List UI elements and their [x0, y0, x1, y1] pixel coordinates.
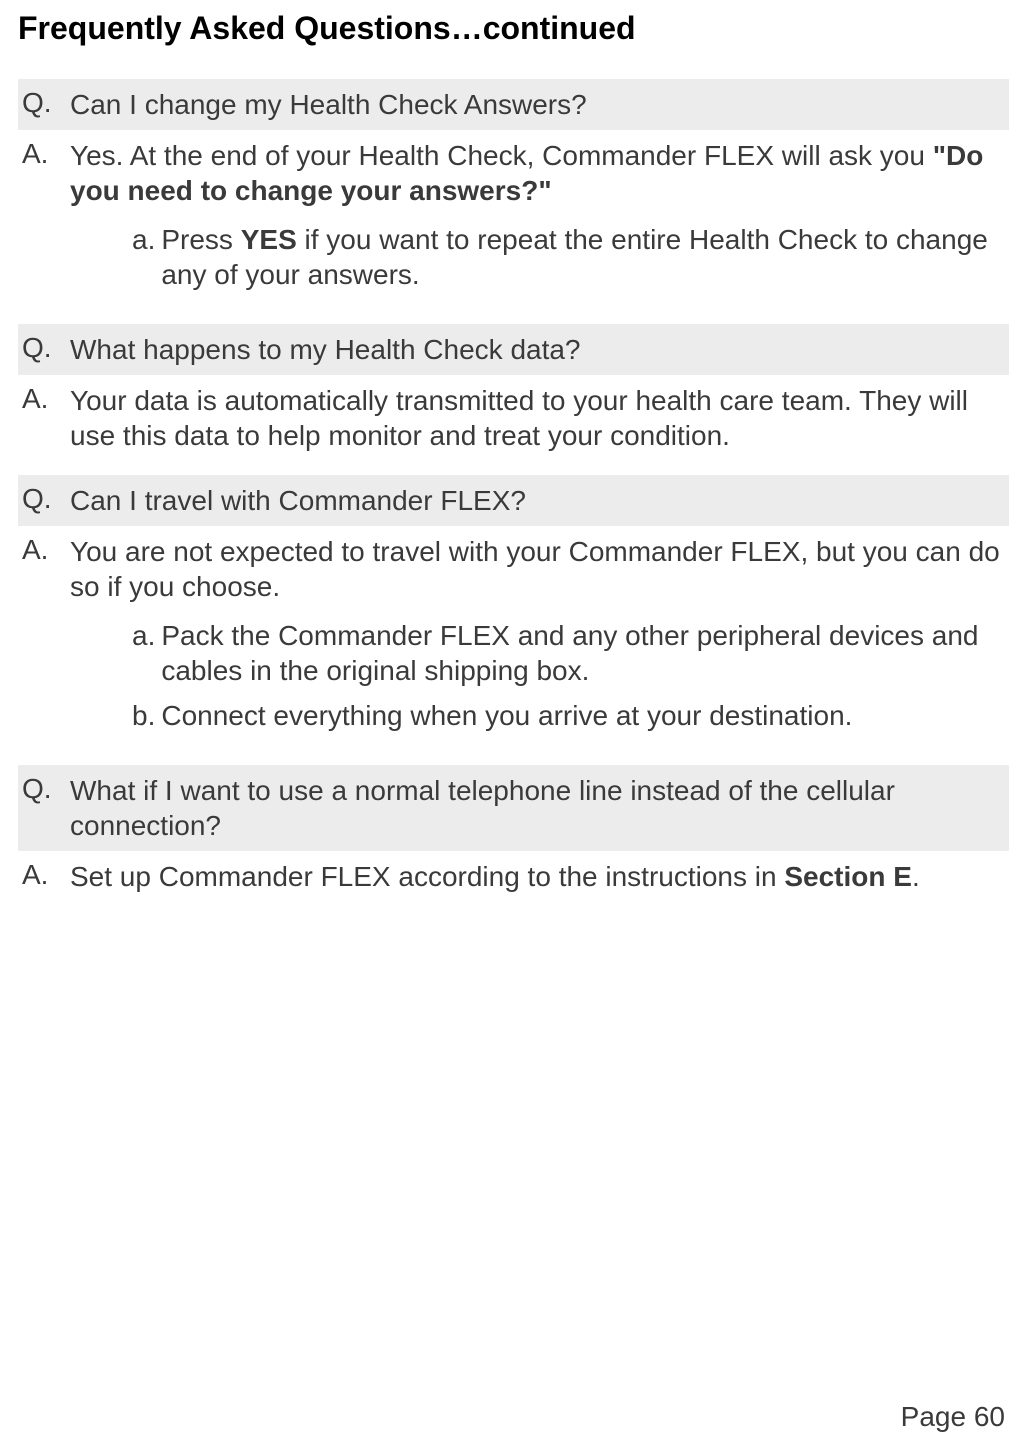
answer-label: A. — [18, 138, 70, 302]
question-row: Q. Can I travel with Commander FLEX? — [18, 475, 1009, 526]
question-row: Q. What if I want to use a normal teleph… — [18, 765, 1009, 851]
answer-text: You are not expected to travel with your… — [70, 534, 1009, 743]
answer-pre: Yes. At the end of your Health Check, Co… — [70, 140, 933, 171]
faq-item: Q. Can I change my Health Check Answers?… — [18, 79, 1009, 310]
faq-item: Q. Can I travel with Commander FLEX? A. … — [18, 475, 1009, 751]
sub-pre: Pack the Commander FLEX and any other pe… — [161, 620, 978, 686]
sub-item: a. Press YES if you want to repeat the e… — [132, 222, 1001, 292]
answer-row: A. Your data is automatically transmitte… — [18, 375, 1009, 461]
answer-post: . — [912, 861, 920, 892]
answer-pre: You are not expected to travel with your… — [70, 536, 1000, 602]
sub-item-label: b. — [132, 698, 161, 733]
sub-item-text: Pack the Commander FLEX and any other pe… — [161, 618, 1001, 688]
question-label: Q. — [18, 773, 70, 843]
sub-item-text: Connect everything when you arrive at yo… — [161, 698, 1001, 733]
question-label: Q. — [18, 483, 70, 518]
question-text: Can I change my Health Check Answers? — [70, 87, 1009, 122]
sub-item: b. Connect everything when you arrive at… — [132, 698, 1001, 733]
question-text: What happens to my Health Check data? — [70, 332, 1009, 367]
page-number: Page 60 — [901, 1401, 1005, 1433]
sub-bold: YES — [241, 224, 297, 255]
question-label: Q. — [18, 87, 70, 122]
sub-item: a. Pack the Commander FLEX and any other… — [132, 618, 1001, 688]
answer-text: Yes. At the end of your Health Check, Co… — [70, 138, 1009, 302]
answer-row: A. You are not expected to travel with y… — [18, 526, 1009, 751]
answer-label: A. — [18, 383, 70, 453]
faq-item: Q. What happens to my Health Check data?… — [18, 324, 1009, 461]
answer-bold: Section E — [784, 861, 912, 892]
answer-text: Your data is automatically transmitted t… — [70, 383, 1009, 453]
sub-list: a. Press YES if you want to repeat the e… — [70, 222, 1001, 292]
question-label: Q. — [18, 332, 70, 367]
page-title: Frequently Asked Questions…continued — [18, 10, 1009, 47]
sub-pre: Connect everything when you arrive at yo… — [161, 700, 852, 731]
sub-item-label: a. — [132, 222, 161, 292]
answer-pre: Set up Commander FLEX according to the i… — [70, 861, 784, 892]
answer-label: A. — [18, 859, 70, 894]
sub-pre: Press — [161, 224, 240, 255]
question-row: Q. Can I change my Health Check Answers? — [18, 79, 1009, 130]
sub-list: a. Pack the Commander FLEX and any other… — [70, 618, 1001, 733]
answer-pre: Your data is automatically transmitted t… — [70, 385, 968, 451]
answer-row: A. Set up Commander FLEX according to th… — [18, 851, 1009, 902]
question-text: What if I want to use a normal telephone… — [70, 773, 1009, 843]
answer-text: Set up Commander FLEX according to the i… — [70, 859, 1009, 894]
sub-item-text: Press YES if you want to repeat the enti… — [161, 222, 1001, 292]
answer-row: A. Yes. At the end of your Health Check,… — [18, 130, 1009, 310]
answer-label: A. — [18, 534, 70, 743]
faq-item: Q. What if I want to use a normal teleph… — [18, 765, 1009, 902]
sub-item-label: a. — [132, 618, 161, 688]
question-text: Can I travel with Commander FLEX? — [70, 483, 1009, 518]
question-row: Q. What happens to my Health Check data? — [18, 324, 1009, 375]
